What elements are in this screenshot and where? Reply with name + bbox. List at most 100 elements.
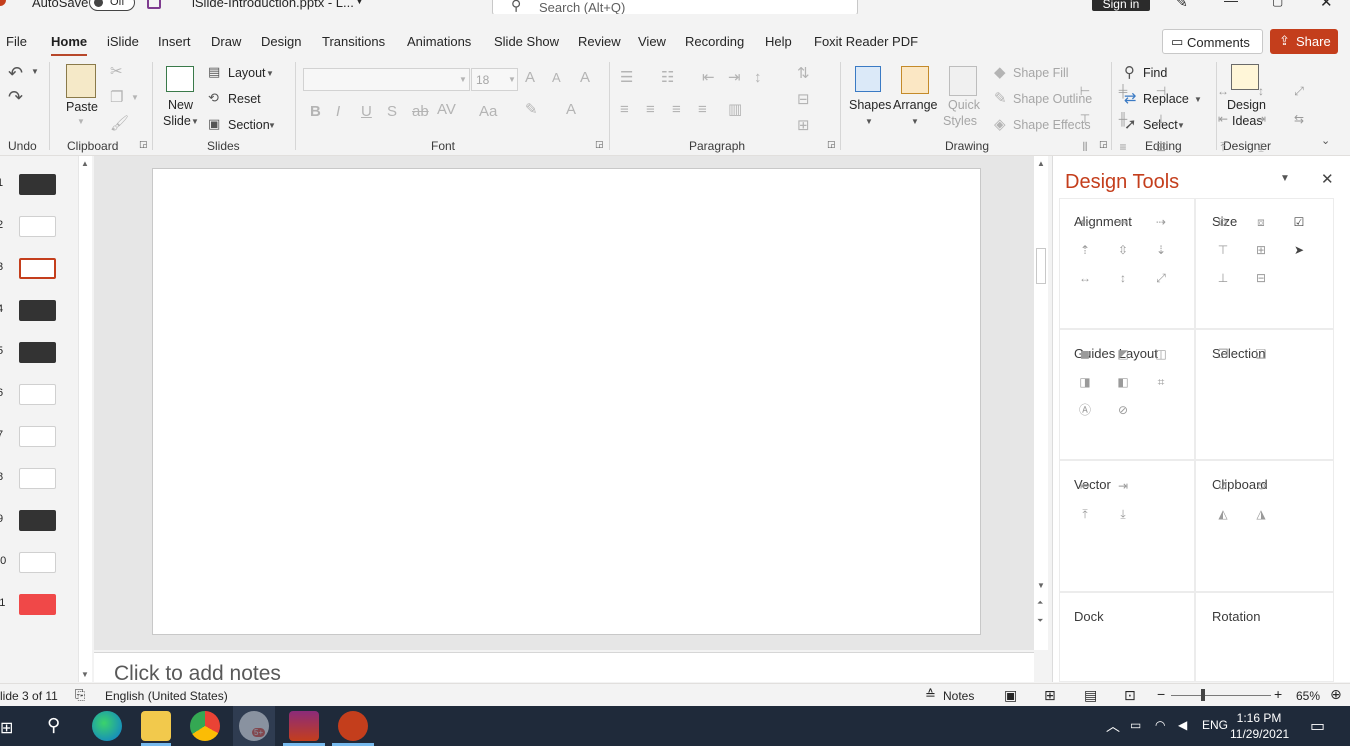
cut-icon[interactable]: ✂ (110, 64, 123, 79)
shadow-icon[interactable]: S (387, 104, 397, 119)
shapes-dropdown-icon[interactable]: ▼ (865, 118, 873, 126)
paste-button[interactable]: Paste (66, 100, 98, 114)
undo-icon[interactable]: ↶ (8, 64, 23, 82)
winrar-icon[interactable] (289, 711, 319, 741)
align-left-icon[interactable]: ⊢ (1078, 84, 1092, 98)
tab-help[interactable]: Help (765, 34, 792, 49)
copy-format-icon[interactable]: ❐ (1216, 347, 1230, 361)
flip-horizontal-icon[interactable]: ◭ (1216, 507, 1230, 521)
tab-design[interactable]: Design (261, 34, 301, 49)
slide-thumbnail[interactable] (19, 552, 56, 573)
character-spacing-icon[interactable]: AV (437, 102, 456, 117)
dock-right-icon[interactable]: ⇥ (1116, 479, 1130, 493)
slide-thumbnail[interactable] (19, 258, 56, 279)
clear-formatting-icon[interactable]: A (580, 70, 590, 85)
close-panel-icon[interactable]: ✕ (1321, 170, 1334, 188)
design-ideas-label-1[interactable]: Design (1227, 98, 1266, 112)
find-button[interactable]: Find (1143, 66, 1167, 80)
align-center-icon[interactable]: ╪ (1116, 84, 1130, 98)
comments-button[interactable]: ▭ Comments (1162, 29, 1263, 54)
redo-icon[interactable]: ↷ (8, 88, 23, 106)
save-icon[interactable] (147, 0, 161, 9)
slide-thumbnail[interactable] (19, 384, 56, 405)
notes-button[interactable]: Notes (943, 689, 974, 703)
close-window-icon[interactable]: ✕ (1320, 0, 1333, 11)
tab-transitions[interactable]: Transitions (322, 34, 385, 49)
reset-button[interactable]: Reset (228, 92, 261, 106)
align-middle-icon[interactable]: ╫ (1116, 112, 1130, 126)
select-same-shape-icon[interactable]: ⧈ (1254, 215, 1268, 229)
font-color-icon[interactable]: A (566, 102, 576, 117)
tab-insert[interactable]: Insert (158, 34, 191, 49)
reset-icon[interactable]: ⟲ (208, 91, 219, 104)
thumbnail-scrollbar[interactable]: ▲ ▼ (78, 156, 92, 682)
new-slide-label-2[interactable]: Slide (163, 114, 191, 128)
crop-icon[interactable]: ⌗ (1154, 375, 1168, 389)
tab-draw[interactable]: Draw (211, 34, 241, 49)
align-text-icon[interactable]: ⊟ (797, 92, 810, 107)
title-dropdown-icon[interactable]: ▼ (355, 0, 364, 6)
tab-view[interactable]: View (638, 34, 666, 49)
quick-styles-label-1[interactable]: Quick (948, 98, 980, 112)
wifi-icon[interactable]: ◠ (1155, 718, 1165, 732)
slide-thumbnail[interactable] (19, 216, 56, 237)
guide-center-icon[interactable]: ⇹ (1116, 215, 1130, 229)
guide-bottom-icon[interactable]: ⇣ (1154, 243, 1168, 257)
shape-fill-button[interactable]: Shape Fill (1013, 66, 1069, 80)
zoom-out-icon[interactable]: − (1157, 686, 1165, 702)
distribute-horizontal-icon[interactable]: ⫴ (1078, 140, 1092, 154)
tab-foxit-reader-pdf[interactable]: Foxit Reader PDF (814, 34, 918, 49)
paste-format-icon[interactable]: ❑ (1254, 347, 1268, 361)
center-icon[interactable]: ≡ (646, 102, 655, 117)
search-input[interactable]: ⚲ Search (Alt+Q) (492, 0, 858, 14)
show-hidden-icons-icon[interactable]: ︿ (1106, 716, 1120, 736)
zoom-slider-thumb[interactable] (1201, 689, 1205, 701)
align-left-icon[interactable]: ≡ (620, 102, 629, 117)
copy-dropdown-icon[interactable]: ▼ (131, 94, 139, 102)
guide-width-icon[interactable]: ↔ (1078, 271, 1092, 285)
tab-animations[interactable]: Animations (407, 34, 471, 49)
share-button[interactable]: ⇪ Share (1270, 29, 1338, 54)
section-dropdown-icon[interactable]: ▼ (268, 122, 276, 130)
font-launcher-icon[interactable]: ◲ (595, 140, 604, 149)
zoom-level[interactable]: 65% (1296, 689, 1320, 703)
line-spacing-icon[interactable]: ↕ (754, 70, 762, 85)
restore-icon[interactable]: ▢ (1272, 0, 1283, 8)
sign-in-button[interactable]: Sign in (1092, 0, 1150, 11)
same-size-icon[interactable]: ⤢ (1292, 84, 1306, 98)
bold-icon[interactable]: B (310, 104, 321, 119)
ribbon-collapse-icon[interactable]: ⌄ (1321, 136, 1330, 147)
justify-icon[interactable]: ≡ (698, 102, 707, 117)
notes-icon[interactable]: ≙ (925, 687, 936, 703)
same-width-icon[interactable]: ↔ (1216, 84, 1230, 98)
slide-sorter-icon[interactable]: ⊞ (1044, 687, 1056, 704)
new-slide-label-1[interactable]: New (168, 98, 193, 112)
font-size-select[interactable]: 18 ▼ (471, 68, 518, 91)
rotate-left-icon[interactable]: ↺ (1216, 479, 1230, 493)
increase-font-icon[interactable]: A (525, 70, 535, 85)
distribute-vertical-icon[interactable]: ≡ (1116, 140, 1130, 154)
text-to-shape-icon[interactable]: Ⓐ (1078, 403, 1092, 417)
slide-thumbnail[interactable] (19, 300, 56, 321)
clipboard-launcher-icon[interactable]: ◲ (139, 140, 148, 149)
shape-effects-icon[interactable]: ◈ (994, 117, 1006, 132)
notes-pane[interactable]: Click to add notes (94, 652, 1034, 685)
select-same-size-icon[interactable]: ⧉ (1216, 215, 1230, 229)
text-direction-icon[interactable]: ⇅ (797, 66, 810, 81)
tab-recording[interactable]: Recording (685, 34, 744, 49)
select-bottom-icon[interactable]: ⊥ (1216, 271, 1230, 285)
slide-counter[interactable]: lide 3 of 11 (0, 689, 58, 703)
chrome-icon[interactable] (190, 711, 220, 741)
battery-icon[interactable]: ▭ (1130, 718, 1141, 732)
select-middle-icon[interactable]: ⊞ (1254, 243, 1268, 257)
dock-top-icon[interactable]: ⤒ (1078, 507, 1092, 521)
new-slide-dropdown-icon[interactable]: ▼ (191, 118, 199, 126)
slide-thumbnail[interactable] (19, 510, 56, 531)
input-language[interactable]: ENG (1202, 718, 1228, 732)
paste-dropdown-icon[interactable]: ▼ (77, 118, 85, 126)
section-icon[interactable]: ▣ (208, 117, 220, 130)
find-icon[interactable]: ⚲ (1124, 65, 1135, 80)
normal-view-icon[interactable]: ▣ (1004, 687, 1017, 704)
slide-thumbnail[interactable] (19, 174, 56, 195)
zoom-in-icon[interactable]: + (1274, 686, 1282, 702)
